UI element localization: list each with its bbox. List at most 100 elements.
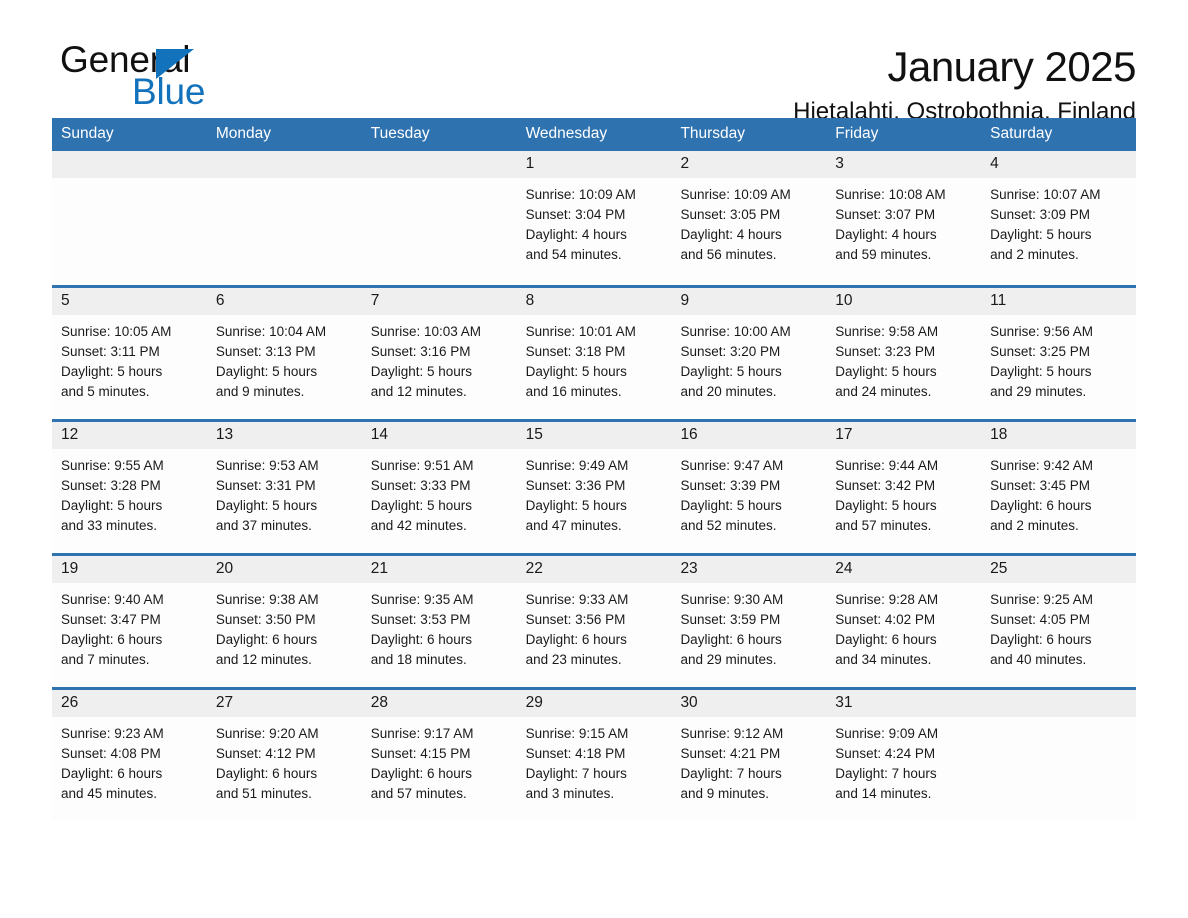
sunset-text: Sunset: 4:18 PM [525, 746, 626, 761]
brand-logo[interactable]: General Blue [56, 40, 356, 116]
day-number: 13 [206, 422, 362, 449]
daylight-text-line2: and 9 minutes. [215, 384, 305, 399]
sunset-text: Sunset: 3:45 PM [990, 478, 1090, 493]
daylight-text-line2: and 54 minutes. [525, 247, 622, 262]
sunrise-text: Sunrise: 9:53 AM [215, 458, 319, 473]
day-cell[interactable]: 8 Sunrise: 10:01 AM Sunset: 3:18 PM Dayligh… [516, 288, 672, 419]
day-cell[interactable]: 16 Sunrise: 9:47 AM Sunset: 3:39 PM Dayligh… [671, 422, 827, 553]
sunrise-text: Sunrise: 9:51 AM [370, 458, 474, 473]
day-cell[interactable]: 18 Sunrise: 9:42 AM Sunset: 3:45 PM Dayligh… [981, 422, 1137, 553]
sunrise-text: Sunrise: 9:56 AM [990, 324, 1093, 339]
daylight-text-line1: Daylight: 5 hours [61, 498, 163, 513]
daylight-text-line2: and 29 minutes. [680, 652, 777, 667]
day-cell[interactable]: 20 Sunrise: 9:38 AM Sunset: 3:50 PM Dayligh… [206, 556, 362, 687]
day-cell[interactable]: 27 Sunrise: 9:20 AM Sunset: 4:12 PM Dayligh… [206, 690, 362, 821]
calendar-weeks: 1 Sunrise: 10:09 AM Sunset: 3:04 PM Dayligh… [52, 151, 1137, 821]
weekday-header-row: Sunday Monday Tuesday Wednesday Thursday… [52, 118, 1136, 151]
daylight-text-line1: Daylight: 5 hours [215, 498, 318, 513]
day-details: Sunrise: 9:33 AM Sunset: 3:56 PM Daylight:… [517, 583, 672, 670]
daylight-text-line1: Daylight: 7 hours [525, 766, 627, 781]
day-cell[interactable]: 21 Sunrise: 9:35 AM Sunset: 3:53 PM Dayligh… [361, 556, 517, 687]
day-number: 1 [516, 151, 672, 178]
calendar-week-row: 26 Sunrise: 9:23 AM Sunset: 4:08 PM Dayligh… [52, 687, 1137, 821]
day-details: Sunrise: 9:47 AM Sunset: 3:39 PM Daylight:… [671, 449, 826, 536]
page-header: General Blue January 2025 Hietalahti, Os… [52, 0, 1137, 126]
day-cell[interactable]: 29 Sunrise: 9:15 AM Sunset: 4:18 PM Dayligh… [516, 690, 672, 821]
sunrise-text: Sunrise: 9:20 AM [215, 726, 319, 741]
day-cell[interactable]: 1 Sunrise: 10:09 AM Sunset: 3:04 PM Dayligh… [516, 151, 672, 285]
day-number: 16 [671, 422, 827, 449]
daylight-text-line2: and 16 minutes. [525, 384, 622, 399]
sunset-text: Sunset: 3:53 PM [370, 612, 471, 627]
day-cell[interactable]: 13 Sunrise: 9:53 AM Sunset: 3:31 PM Dayligh… [206, 422, 362, 553]
day-cell[interactable]: 28 Sunrise: 9:17 AM Sunset: 4:15 PM Dayligh… [361, 690, 517, 821]
sunrise-text: Sunrise: 9:47 AM [680, 458, 784, 473]
weekday-header-friday: Friday [835, 125, 879, 142]
day-details: Sunrise: 10:05 AM Sunset: 3:11 PM Daylight… [52, 315, 207, 402]
daylight-text-line1: Daylight: 6 hours [370, 632, 473, 647]
day-cell[interactable]: 30 Sunrise: 9:12 AM Sunset: 4:21 PM Dayligh… [671, 690, 827, 821]
day-cell[interactable]: 14 Sunrise: 9:51 AM Sunset: 3:33 PM Dayligh… [361, 422, 517, 553]
weekday-header-monday: Monday [215, 125, 272, 142]
day-number: 23 [671, 556, 827, 583]
sunset-text: Sunset: 4:21 PM [680, 746, 781, 761]
daylight-text-line1: Daylight: 4 hours [680, 227, 782, 242]
day-cell[interactable]: 31 Sunrise: 9:09 AM Sunset: 4:24 PM Dayligh… [826, 690, 982, 821]
sunset-text: Sunset: 4:15 PM [370, 746, 471, 761]
day-cell[interactable]: 15 Sunrise: 9:49 AM Sunset: 3:36 PM Dayligh… [516, 422, 672, 553]
day-number: 7 [361, 288, 517, 315]
sunset-text: Sunset: 3:13 PM [215, 344, 316, 359]
day-number [52, 151, 207, 178]
sunrise-text: Sunrise: 9:42 AM [990, 458, 1093, 473]
day-cell[interactable]: 12 Sunrise: 9:55 AM Sunset: 3:28 PM Dayligh… [52, 422, 207, 553]
sunrise-text: Sunrise: 9:28 AM [835, 592, 939, 607]
day-cell[interactable]: 26 Sunrise: 9:23 AM Sunset: 4:08 PM Dayligh… [52, 690, 207, 821]
sunset-text: Sunset: 3:28 PM [61, 478, 161, 493]
day-number: 14 [361, 422, 517, 449]
day-cell[interactable]: 22 Sunrise: 9:33 AM Sunset: 3:56 PM Dayligh… [516, 556, 672, 687]
daylight-text-line2: and 47 minutes. [525, 518, 622, 533]
day-cell[interactable]: 3 Sunrise: 10:08 AM Sunset: 3:07 PM Dayligh… [826, 151, 982, 285]
daylight-text-line1: Daylight: 5 hours [215, 364, 318, 379]
daylight-text-line2: and 51 minutes. [215, 786, 312, 801]
daylight-text-line1: Daylight: 5 hours [835, 364, 937, 379]
daylight-text-line1: Daylight: 6 hours [61, 632, 163, 647]
sunset-text: Sunset: 4:08 PM [61, 746, 161, 761]
day-cell[interactable]: 11 Sunrise: 9:56 AM Sunset: 3:25 PM Dayligh… [981, 288, 1137, 419]
day-details: Sunrise: 9:42 AM Sunset: 3:45 PM Daylight:… [981, 449, 1136, 536]
daylight-text-line2: and 56 minutes. [680, 247, 777, 262]
day-cell[interactable]: 25 Sunrise: 9:25 AM Sunset: 4:05 PM Dayligh… [981, 556, 1137, 687]
day-cell-empty [981, 690, 1137, 821]
weekday-header-wednesday: Wednesday [525, 125, 608, 142]
day-cell[interactable]: 10 Sunrise: 9:58 AM Sunset: 3:23 PM Dayligh… [826, 288, 982, 419]
day-cell[interactable]: 6 Sunrise: 10:04 AM Sunset: 3:13 PM Dayligh… [206, 288, 362, 419]
day-cell[interactable]: 5 Sunrise: 10:05 AM Sunset: 3:11 PM Dayligh… [52, 288, 207, 419]
calendar-week-row: 12 Sunrise: 9:55 AM Sunset: 3:28 PM Dayligh… [52, 419, 1137, 553]
sunset-text: Sunset: 4:05 PM [990, 612, 1090, 627]
day-number: 26 [52, 690, 207, 717]
day-cell[interactable]: 7 Sunrise: 10:03 AM Sunset: 3:16 PM Dayligh… [361, 288, 517, 419]
day-cell[interactable]: 19 Sunrise: 9:40 AM Sunset: 3:47 PM Dayligh… [52, 556, 207, 687]
day-details: Sunrise: 9:15 AM Sunset: 4:18 PM Daylight:… [517, 717, 672, 804]
daylight-text-line2: and 23 minutes. [525, 652, 622, 667]
day-number: 29 [516, 690, 672, 717]
daylight-text-line2: and 33 minutes. [61, 518, 158, 533]
day-number: 31 [826, 690, 982, 717]
day-cell[interactable]: 2 Sunrise: 10:09 AM Sunset: 3:05 PM Dayligh… [671, 151, 827, 285]
day-details: Sunrise: 9:17 AM Sunset: 4:15 PM Daylight:… [362, 717, 517, 804]
day-details: Sunrise: 10:08 AM Sunset: 3:07 PM Daylight… [826, 178, 981, 265]
daylight-text-line1: Daylight: 6 hours [525, 632, 627, 647]
daylight-text-line2: and 5 minutes. [61, 384, 150, 399]
day-details: Sunrise: 9:40 AM Sunset: 3:47 PM Daylight:… [52, 583, 207, 670]
day-cell[interactable]: 9 Sunrise: 10:00 AM Sunset: 3:20 PM Dayligh… [671, 288, 827, 419]
sunset-text: Sunset: 3:20 PM [680, 344, 781, 359]
day-number [206, 151, 362, 178]
daylight-text-line2: and 14 minutes. [835, 786, 932, 801]
day-cell[interactable]: 23 Sunrise: 9:30 AM Sunset: 3:59 PM Dayligh… [671, 556, 827, 687]
day-details: Sunrise: 9:56 AM Sunset: 3:25 PM Daylight:… [981, 315, 1136, 402]
daylight-text-line1: Daylight: 6 hours [835, 632, 937, 647]
day-cell[interactable]: 4 Sunrise: 10:07 AM Sunset: 3:09 PM Dayligh… [981, 151, 1137, 285]
daylight-text-line2: and 37 minutes. [215, 518, 312, 533]
day-cell[interactable]: 17 Sunrise: 9:44 AM Sunset: 3:42 PM Dayligh… [826, 422, 982, 553]
day-cell[interactable]: 24 Sunrise: 9:28 AM Sunset: 4:02 PM Dayligh… [826, 556, 982, 687]
